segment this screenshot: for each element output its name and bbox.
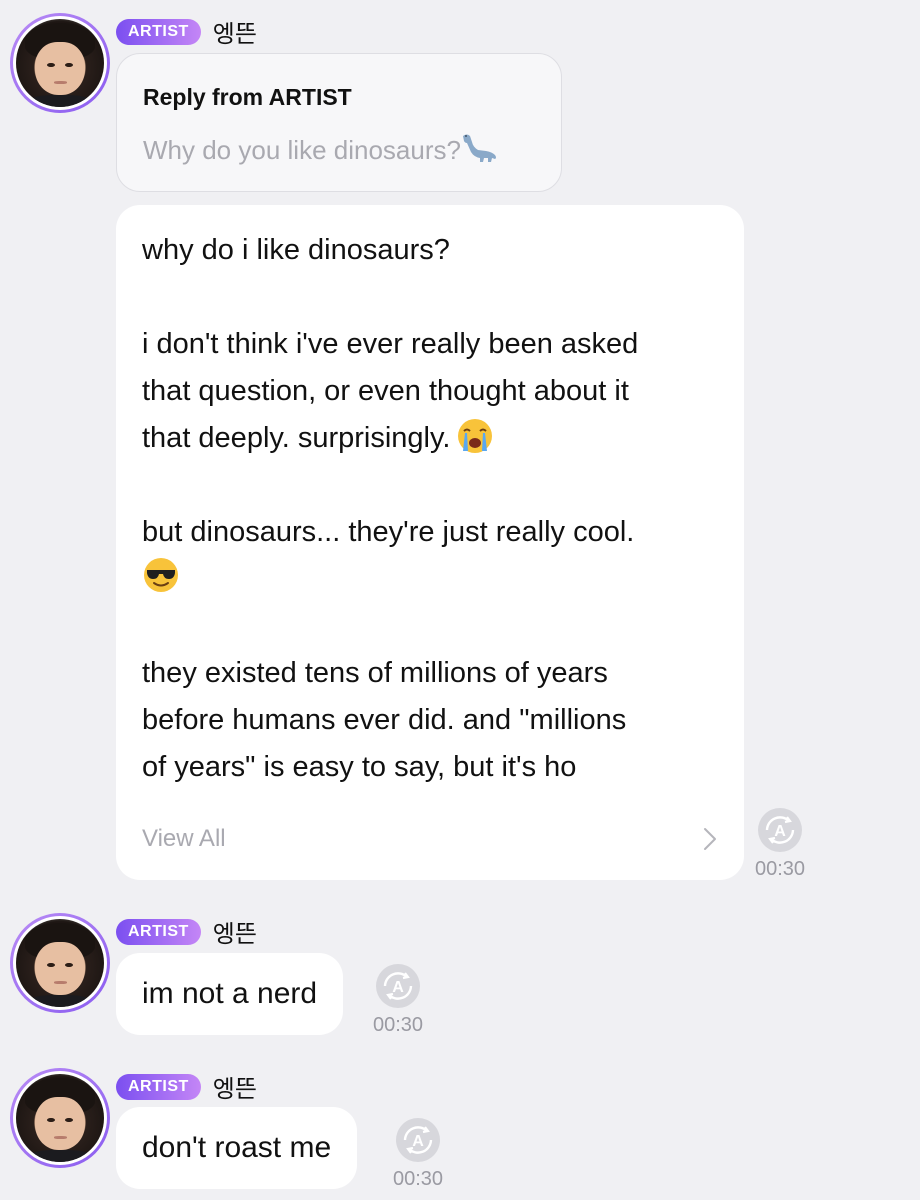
auto-translate-icon[interactable]: A: [756, 806, 804, 854]
message-meta: A 00:30: [366, 962, 430, 1037]
avatar[interactable]: [10, 1068, 110, 1168]
message-text: don't roast me: [142, 1131, 332, 1164]
view-all-link[interactable]: View All: [142, 825, 718, 853]
message-bubble-long[interactable]: why do i like dinosaurs? i don't think i…: [116, 205, 744, 880]
svg-text:A: A: [392, 979, 404, 996]
reply-quote-bubble[interactable]: Reply from ARTIST Why do you like dinosa…: [116, 53, 562, 192]
artist-badge: ARTIST: [116, 918, 201, 945]
message-header: ARTIST 엥뜬: [116, 14, 257, 49]
message-meta: A 00:30: [748, 806, 812, 881]
svg-text:A: A: [774, 823, 786, 840]
message-line: but dinosaurs... they're just really coo…: [142, 516, 635, 548]
artist-name: 엥뜬: [212, 920, 257, 948]
smiling-face-with-sunglasses-icon: [144, 558, 178, 592]
message-meta: A 00:30: [386, 1116, 450, 1191]
message-line: before humans ever did. and "millions: [142, 704, 627, 736]
message-line: that deeply. surprisingly.: [142, 422, 451, 454]
message-line: of years" is easy to say, but it's ho: [142, 751, 577, 783]
message-text: im not a nerd: [142, 977, 318, 1010]
message-header: ARTIST 엥뜬: [116, 1069, 257, 1104]
avatar[interactable]: [10, 913, 110, 1013]
message-line: they existed tens of millions of years: [142, 657, 608, 689]
chevron-right-icon: [704, 828, 716, 850]
auto-translate-icon[interactable]: A: [374, 962, 422, 1010]
message-bubble[interactable]: don't roast me: [116, 1107, 358, 1189]
message-time: 00:30: [372, 1014, 424, 1036]
avatar[interactable]: [10, 13, 110, 113]
message-bubble[interactable]: im not a nerd: [116, 953, 344, 1035]
message-header: ARTIST 엥뜬: [116, 914, 257, 949]
message-line: why do i like dinosaurs?: [142, 234, 450, 266]
message-time: 00:30: [754, 858, 806, 880]
message-time: 00:30: [392, 1168, 444, 1190]
artist-name: 엥뜬: [212, 1075, 257, 1103]
view-all-label: View All: [142, 825, 226, 852]
svg-text:A: A: [412, 1133, 424, 1150]
auto-translate-icon[interactable]: A: [394, 1116, 442, 1164]
reply-quote-text: Why do you like dinosaurs?: [143, 135, 461, 165]
artist-badge: ARTIST: [116, 1073, 201, 1100]
message-line: that question, or even thought about it: [142, 375, 629, 407]
message-line: i don't think i've ever really been aske…: [142, 328, 639, 360]
artist-badge: ARTIST: [116, 18, 201, 45]
chat-thread: ARTIST 엥뜬 Reply from ARTIST Why do you l…: [0, 0, 920, 1200]
reply-title: Reply from ARTIST: [143, 84, 352, 110]
dinosaur-icon: [462, 134, 496, 162]
loudly-crying-face-icon: [458, 419, 493, 453]
artist-name: 엥뜬: [212, 20, 257, 48]
